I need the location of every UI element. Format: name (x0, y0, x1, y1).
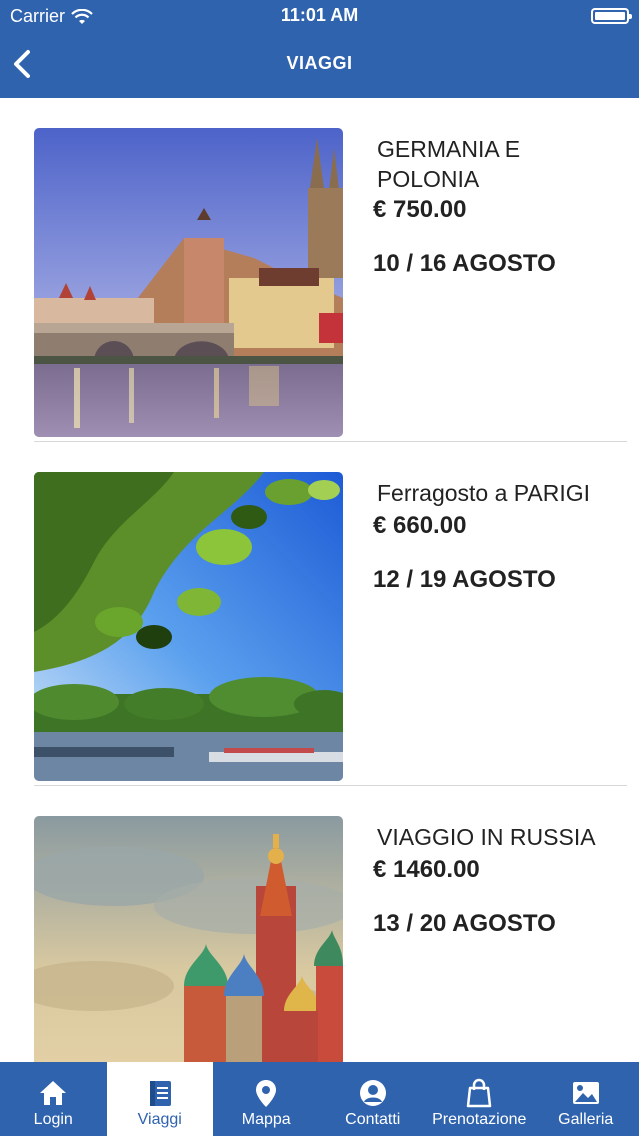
trip-dates: 12 / 19 AGOSTO (373, 566, 556, 593)
tab-bar: Login Viaggi Mappa Contatti Prenotazione… (0, 1062, 639, 1136)
page-title: VIAGGI (286, 53, 353, 73)
battery-icon (591, 8, 632, 24)
trip-price: € 660.00 (373, 512, 467, 539)
tab-contatti[interactable]: Contatti (320, 1062, 427, 1136)
trip-item[interactable]: Ferragosto a PARIGI € 660.00 12 / 19 AGO… (0, 442, 639, 786)
trip-title: VIAGGIO IN RUSSIA (377, 824, 596, 850)
trip-list[interactable]: GERMANIA E POLONIA € 750.00 10 / 16 AGOS… (0, 98, 639, 1062)
trip-price: € 1460.00 (373, 856, 480, 883)
trip-item[interactable]: VIAGGIO IN RUSSIA € 1460.00 13 / 20 AGOS… (0, 786, 639, 1062)
tab-mappa[interactable]: Mappa (213, 1062, 320, 1136)
shopping-bag-icon (467, 1078, 492, 1108)
tab-login[interactable]: Login (0, 1062, 107, 1136)
trip-title: GERMANIA E POLONIA (377, 136, 521, 192)
book-icon (149, 1081, 171, 1106)
tab-prenotazione[interactable]: Prenotazione (426, 1062, 533, 1136)
home-icon (40, 1081, 67, 1105)
status-time: 11:01 AM (280, 5, 359, 25)
tab-label: Mappa (241, 1111, 291, 1128)
map-pin-icon (256, 1080, 277, 1107)
tab-label: Login (33, 1111, 73, 1128)
tab-label: Contatti (345, 1111, 401, 1128)
trip-item[interactable]: GERMANIA E POLONIA € 750.00 10 / 16 AGOS… (0, 98, 639, 442)
trip-title: Ferragosto a PARIGI (377, 480, 591, 506)
tab-label: Viaggi (137, 1111, 182, 1128)
trip-dates: 10 / 16 AGOSTO (373, 250, 556, 277)
contact-icon (359, 1080, 386, 1106)
trip-image-germany[interactable] (34, 128, 343, 437)
trip-price: € 750.00 (373, 196, 467, 223)
tab-viaggi[interactable]: Viaggi (106, 1062, 213, 1136)
trip-dates: 13 / 20 AGOSTO (373, 910, 556, 937)
tab-label: Prenotazione (432, 1111, 527, 1128)
trip-image-paris[interactable] (34, 472, 343, 781)
image-icon (572, 1082, 599, 1104)
status-bar: Carrier 11:01 AM (0, 0, 639, 32)
trip-image-russia[interactable] (34, 816, 343, 1062)
tab-label: Galleria (558, 1111, 614, 1128)
tab-galleria[interactable]: Galleria (533, 1062, 639, 1136)
header: Carrier 11:01 AM VIAGGI (0, 0, 639, 98)
navigation-bar: VIAGGI (0, 32, 639, 98)
